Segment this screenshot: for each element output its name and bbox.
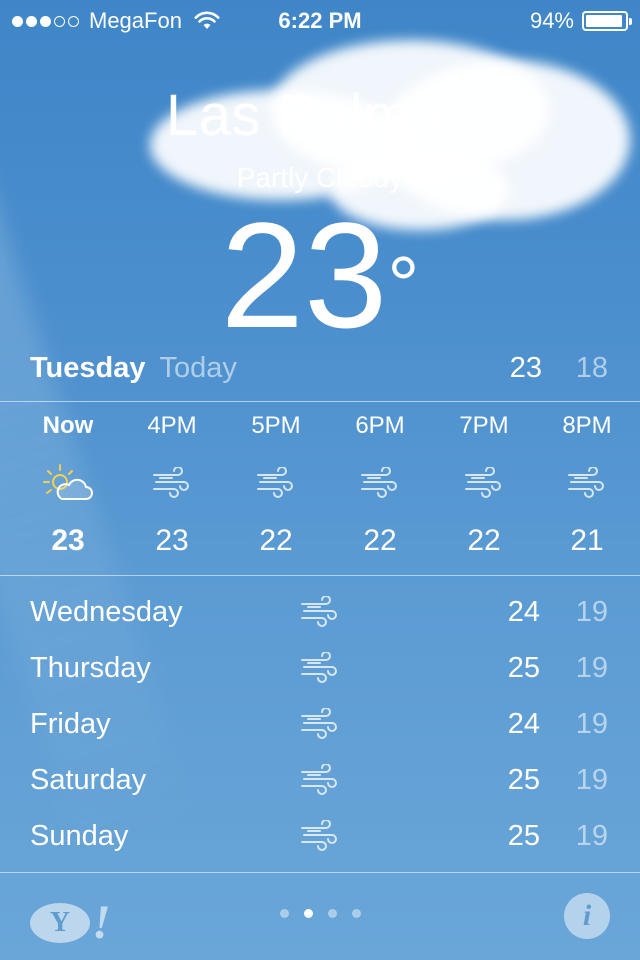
hourly-item: 8PM 21 xyxy=(535,402,639,558)
daily-high: 25 xyxy=(507,820,540,852)
page-dot[interactable] xyxy=(279,909,289,918)
current-temperature-value: 23 xyxy=(220,191,388,359)
hourly-time: 6PM xyxy=(355,412,405,439)
daily-low: 19 xyxy=(575,820,608,852)
today-day-name: Tuesday xyxy=(30,352,146,384)
daily-row: Thursday 25 19 xyxy=(30,642,610,698)
page-dot[interactable] xyxy=(351,909,361,918)
today-high: 23 xyxy=(509,352,542,384)
partly-cloudy-icon xyxy=(16,456,120,510)
wind-icon xyxy=(328,456,432,510)
current-temperature: 23° xyxy=(0,200,640,350)
wind-icon xyxy=(300,707,340,740)
info-button[interactable]: i xyxy=(564,893,610,939)
wind-icon xyxy=(535,456,639,510)
wind-icon xyxy=(300,595,340,628)
daily-row: Wednesday 24 19 xyxy=(30,586,610,642)
hourly-temperature: 22 xyxy=(259,524,293,557)
wind-icon xyxy=(224,456,328,510)
page-indicator[interactable] xyxy=(0,909,640,918)
daily-low: 19 xyxy=(575,596,608,628)
hourly-item: Now 23 xyxy=(16,402,120,558)
hourly-temperature: 21 xyxy=(570,524,604,557)
battery-percent: 94% xyxy=(529,8,574,33)
hourly-time: 4PM xyxy=(147,412,197,439)
city-name: Las Palmas xyxy=(165,83,475,148)
status-bar: MegaFon 6:22 PM 94% xyxy=(0,0,640,40)
yahoo-logo[interactable]: Y ! xyxy=(30,895,111,950)
daily-row: Sunday 25 19 xyxy=(30,810,610,866)
hourly-temperature: 22 xyxy=(467,524,501,557)
daily-row: Friday 24 19 xyxy=(30,698,610,754)
hourly-item: 4PM 23 xyxy=(120,402,224,558)
hourly-temperature: 22 xyxy=(363,524,397,557)
battery-icon xyxy=(582,11,632,31)
hourly-item: 5PM 22 xyxy=(224,402,328,558)
daily-low: 19 xyxy=(575,708,608,740)
hourly-item: 7PM 22 xyxy=(432,402,536,558)
hourly-time: 8PM xyxy=(562,412,612,439)
today-label: Today xyxy=(159,352,237,384)
hourly-time: Now xyxy=(42,412,94,439)
page-dot[interactable] xyxy=(327,909,337,918)
wind-icon xyxy=(300,651,340,684)
page-dot[interactable] xyxy=(303,909,313,918)
daily-day-name: Friday xyxy=(30,708,111,740)
wind-icon xyxy=(120,456,224,510)
today-summary: Tuesday Today 23 18 xyxy=(30,352,610,392)
daily-day-name: Saturday xyxy=(30,764,147,796)
battery-fill xyxy=(586,15,622,27)
daily-day-name: Thursday xyxy=(30,652,151,684)
hourly-time: 7PM xyxy=(459,412,509,439)
wind-icon xyxy=(300,763,340,796)
daily-high: 24 xyxy=(507,708,540,740)
daily-low: 19 xyxy=(575,764,608,796)
hourly-forecast[interactable]: Now 23 4PM 23 5PM 22 6PM 22 7PM 22 8PM 2… xyxy=(0,402,640,574)
yahoo-exclamation: ! xyxy=(92,896,111,949)
status-right: 94% xyxy=(529,8,632,34)
hourly-time: 5PM xyxy=(251,412,301,439)
today-low: 18 xyxy=(575,352,608,384)
divider xyxy=(0,575,640,576)
wind-icon xyxy=(432,456,536,510)
daily-high: 25 xyxy=(507,764,540,796)
wind-icon xyxy=(300,819,340,852)
daily-forecast[interactable]: Wednesday 24 19 Thursday 25 19 Friday 24 19 Sa… xyxy=(30,586,610,866)
hourly-temperature: 23 xyxy=(155,524,189,557)
daily-low: 19 xyxy=(575,652,608,684)
hourly-item: 6PM 22 xyxy=(328,402,432,558)
hourly-temperature: 23 xyxy=(51,524,85,557)
current-condition: Partly Cloudy xyxy=(236,162,404,193)
daily-row: Saturday 25 19 xyxy=(30,754,610,810)
daily-day-name: Sunday xyxy=(30,820,129,852)
daily-high: 24 xyxy=(507,596,540,628)
daily-high: 25 xyxy=(507,652,540,684)
bottom-bar: Y ! i xyxy=(0,873,640,960)
daily-day-name: Wednesday xyxy=(30,596,183,628)
degree-symbol: ° xyxy=(387,240,420,329)
